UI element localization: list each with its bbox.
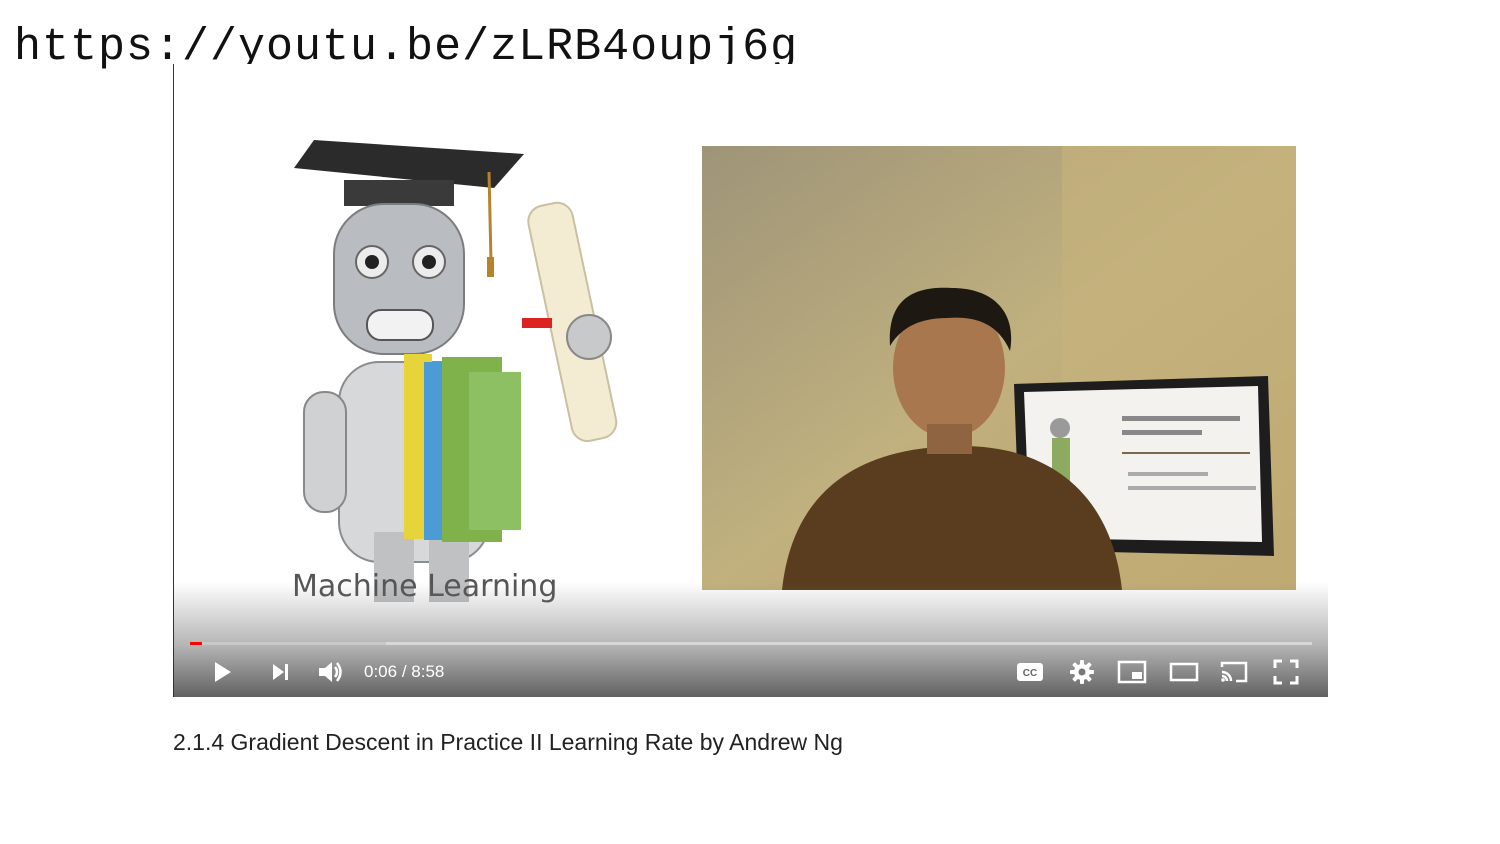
fullscreen-button[interactable]: [1270, 656, 1302, 688]
play-icon: [215, 662, 231, 682]
next-icon: [273, 664, 288, 680]
volume-icon: [319, 662, 342, 682]
cast-icon: [1220, 661, 1248, 683]
time-display: 0:06 / 8:58: [364, 662, 444, 682]
settings-icon: [1070, 660, 1094, 684]
lecturer-video-frame: [702, 146, 1296, 590]
volume-button[interactable]: [314, 656, 346, 688]
video-player[interactable]: Machine Learning: [173, 64, 1328, 697]
play-button[interactable]: [206, 656, 238, 688]
time-separator: /: [401, 662, 407, 681]
progress-played: [190, 642, 203, 645]
settings-button[interactable]: [1066, 656, 1098, 688]
fullscreen-icon: [1273, 659, 1299, 685]
theater-icon: [1169, 662, 1199, 682]
miniplayer-button[interactable]: [1116, 656, 1148, 688]
video-caption: 2.1.4 Gradient Descent in Practice II Le…: [173, 729, 843, 755]
progress-buffered: [190, 642, 387, 645]
duration: 8:58: [411, 662, 445, 681]
next-button[interactable]: [264, 656, 296, 688]
robot-graduate-illustration: [294, 140, 618, 602]
controls-overlay: [174, 582, 1328, 697]
cc-icon: CC: [1017, 663, 1043, 681]
miniplayer-icon: [1117, 660, 1147, 684]
theater-mode-button[interactable]: [1168, 656, 1200, 688]
captions-button[interactable]: CC: [1014, 656, 1046, 688]
lecturer-scene: [702, 146, 1296, 590]
progress-bar[interactable]: [190, 642, 1312, 645]
current-time: 0:06: [364, 662, 398, 681]
cast-button[interactable]: [1218, 656, 1250, 688]
svg-text:CC: CC: [1023, 668, 1037, 679]
